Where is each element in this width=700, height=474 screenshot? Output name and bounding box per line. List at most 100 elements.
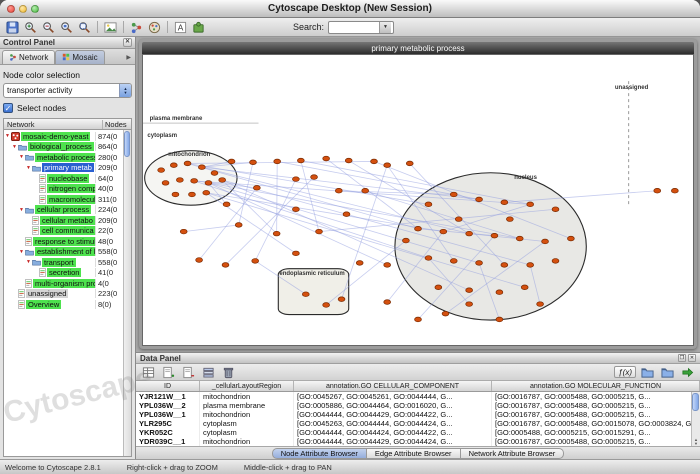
select-nodes-checkbox[interactable]: ✓ xyxy=(3,103,13,113)
trash-icon[interactable] xyxy=(220,364,237,380)
zoom-in-icon[interactable] xyxy=(22,19,39,35)
graph-node[interactable] xyxy=(176,178,183,183)
tree-header-nodes[interactable]: Nodes xyxy=(103,120,131,129)
graph-node[interactable] xyxy=(203,190,210,195)
graph-node[interactable] xyxy=(440,229,447,234)
graph-node[interactable] xyxy=(466,231,473,236)
tree-item-cellular-process[interactable]: ▼cellular process224(0 xyxy=(4,205,123,216)
graph-node[interactable] xyxy=(402,238,409,243)
graph-node[interactable] xyxy=(158,168,165,173)
zoom-fit-icon[interactable] xyxy=(76,19,93,35)
graph-node[interactable] xyxy=(450,259,457,264)
graph-node[interactable] xyxy=(316,229,323,234)
graph-node[interactable] xyxy=(253,186,260,191)
graph-node[interactable] xyxy=(222,263,229,268)
graph-node[interactable] xyxy=(235,223,242,228)
tree-expander-icon[interactable]: ▼ xyxy=(18,207,25,213)
graph-node[interactable] xyxy=(219,178,226,183)
graph-node[interactable] xyxy=(297,158,304,163)
graph-node[interactable] xyxy=(435,285,442,290)
graph-node[interactable] xyxy=(170,163,177,168)
graph-node[interactable] xyxy=(345,158,352,163)
graph-node[interactable] xyxy=(191,179,198,184)
tree-scrollbar[interactable] xyxy=(123,130,131,456)
graph-node[interactable] xyxy=(384,300,391,305)
graph-node[interactable] xyxy=(196,258,203,263)
graph-node[interactable] xyxy=(542,239,549,244)
column-header-annotation-go-cellular-component[interactable]: annotation.GO CELLULAR_COMPONENT xyxy=(294,381,492,391)
tree-expander-icon[interactable]: ▼ xyxy=(25,165,32,171)
graph-node[interactable] xyxy=(211,171,218,176)
tree-expander-icon[interactable]: ▼ xyxy=(4,133,11,139)
graph-node[interactable] xyxy=(476,261,483,266)
graph-node[interactable] xyxy=(323,303,330,308)
open-attributes-icon[interactable] xyxy=(659,364,676,380)
tree-scrollbar-thumb[interactable] xyxy=(124,131,130,157)
table-row-ypl036w-1[interactable]: YPL036W__1mitochondrion[GO:0044444, GO:0… xyxy=(136,410,700,419)
graph-node[interactable] xyxy=(180,229,187,234)
graph-node[interactable] xyxy=(323,156,330,161)
tab-network[interactable]: Network xyxy=(2,50,55,64)
graph-node[interactable] xyxy=(205,181,212,186)
graph-node[interactable] xyxy=(184,161,191,166)
tree-item-metabolic-process[interactable]: ▼metabolic process280(0 xyxy=(4,152,123,163)
graph-node[interactable] xyxy=(198,165,205,170)
graph-node[interactable] xyxy=(252,259,259,264)
tree-item-mosaic-demo-yeast[interactable]: ▼mosaic-demo-yeast874(0 xyxy=(4,131,123,142)
graph-node[interactable] xyxy=(415,317,422,322)
tree-item-biological-process[interactable]: ▼biological_process864(0 xyxy=(4,142,123,153)
graph-node[interactable] xyxy=(506,217,513,222)
graph-node[interactable] xyxy=(343,212,350,217)
graph-node[interactable] xyxy=(552,259,559,264)
graph-node[interactable] xyxy=(425,202,432,207)
graph-node[interactable] xyxy=(567,236,574,241)
graph-node[interactable] xyxy=(384,163,391,168)
graph-node[interactable] xyxy=(228,159,235,164)
graph-node[interactable] xyxy=(521,285,528,290)
tree-expander-icon[interactable]: ▼ xyxy=(18,154,25,160)
network-window-titlebar[interactable]: primary metabolic process xyxy=(142,42,694,54)
graph-node[interactable] xyxy=(384,263,391,268)
graph-node[interactable] xyxy=(189,192,196,197)
graph-node[interactable] xyxy=(338,297,345,302)
tab-node-attribute-browser[interactable]: Node Attribute Browser xyxy=(272,448,367,459)
graph-node[interactable] xyxy=(356,261,363,266)
node-color-dropdown[interactable]: transporter activity ▲▼ xyxy=(3,83,132,98)
graph-node[interactable] xyxy=(527,202,534,207)
tree-expander-icon[interactable]: ▼ xyxy=(11,144,18,150)
graph-node[interactable] xyxy=(415,226,422,231)
tab-network-attribute-browser[interactable]: Network Attribute Browser xyxy=(461,448,565,459)
data-panel-close-icon[interactable]: ✕ xyxy=(688,354,696,362)
search-combobox[interactable]: ▼ xyxy=(328,21,394,34)
search-input[interactable] xyxy=(329,22,379,33)
tab-overflow-arrow-icon[interactable]: ▶ xyxy=(126,54,133,64)
plugins-icon[interactable] xyxy=(190,19,207,35)
search-dropdown-arrow-icon[interactable]: ▼ xyxy=(379,22,391,33)
table-row-ykr052c[interactable]: YKR052Ccytoplasm[GO:0044444, GO:0044424,… xyxy=(136,428,700,437)
graph-node[interactable] xyxy=(654,188,661,193)
graph-node[interactable] xyxy=(527,263,534,268)
network-graph[interactable] xyxy=(143,55,693,345)
save-session-icon[interactable] xyxy=(4,19,21,35)
column-header-cellularlayoutregion[interactable]: _cellularLayoutRegion xyxy=(200,381,294,391)
graph-node[interactable] xyxy=(362,188,369,193)
table-scrollbar-arrows-icon[interactable]: ▲▼ xyxy=(692,438,700,446)
vizmapper-icon[interactable] xyxy=(146,19,163,35)
annotation-icon[interactable]: A xyxy=(172,19,189,35)
graph-node[interactable] xyxy=(292,177,299,182)
tree-item-nitrogen-compo[interactable]: nitrogen compo40(0 xyxy=(4,184,123,195)
tree-item-response-to-stimul[interactable]: response to stimul48(0 xyxy=(4,236,123,247)
zoom-out-icon[interactable] xyxy=(40,19,57,35)
tree-item-nucleobase[interactable]: nucleobase64(0 xyxy=(4,173,123,184)
table-row-ylr295c[interactable]: YLR295Ccytoplasm[GO:0045263, GO:0044444,… xyxy=(136,419,700,428)
graph-node[interactable] xyxy=(476,197,483,202)
data-panel-float-icon[interactable]: ❐ xyxy=(678,354,686,362)
graph-node[interactable] xyxy=(223,202,230,207)
graph-node[interactable] xyxy=(466,288,473,293)
create-attribute-icon[interactable] xyxy=(160,364,177,380)
map-attributes-icon[interactable] xyxy=(679,364,696,380)
graph-node[interactable] xyxy=(250,160,257,165)
tree-item-unassigned[interactable]: unassigned223(0 xyxy=(4,289,123,300)
zoom-selected-icon[interactable] xyxy=(58,19,75,35)
tree-expander-icon[interactable]: ▼ xyxy=(25,259,32,265)
